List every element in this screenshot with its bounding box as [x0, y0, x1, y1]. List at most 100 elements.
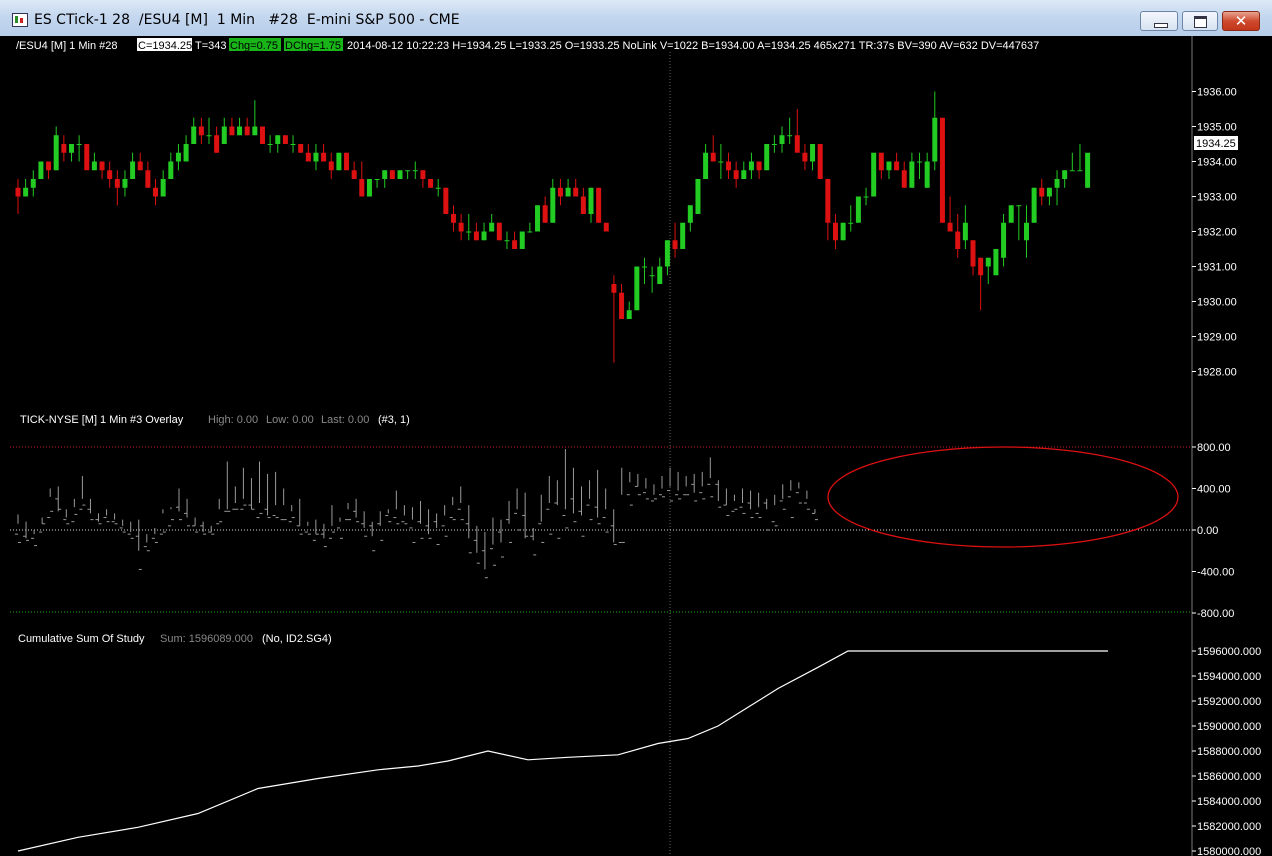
candle-body — [794, 135, 800, 153]
candle-body — [1062, 170, 1068, 179]
candle-body — [962, 222, 968, 241]
candle-body — [221, 126, 227, 144]
candle-body — [939, 117, 945, 223]
candle-body — [657, 266, 663, 284]
candle-body — [649, 275, 655, 277]
cum-axis-label: 1592000.000 — [1197, 696, 1261, 708]
price-header: /ESU4 [M] 1 Min #28 C=1934.25 T=343 Chg=… — [16, 38, 1039, 52]
candle-body — [214, 135, 220, 153]
candle-body — [840, 222, 846, 241]
candle-body — [397, 170, 403, 179]
candle-body — [298, 144, 304, 153]
candle-body — [191, 126, 197, 144]
candle-body — [634, 266, 640, 311]
cumulative-axis: 1596000.000 1594000.000 1592000.000 1590000… — [1192, 646, 1261, 856]
candle-body — [512, 240, 518, 249]
candle-body — [817, 144, 823, 179]
close-button[interactable]: ✕ — [1222, 11, 1260, 31]
tick-axis-label: -400.00 — [1197, 567, 1234, 579]
candle-body — [993, 249, 999, 276]
chart-app-icon — [12, 13, 28, 27]
candle-body — [726, 161, 732, 171]
candle-body — [985, 257, 991, 267]
candle-body — [122, 179, 128, 188]
price-axis-label: 1934.00 — [1197, 157, 1237, 169]
cum-axis-label: 1594000.000 — [1197, 671, 1261, 683]
tick-panel-low: Low: 0.00 — [266, 414, 314, 426]
candle-body — [366, 179, 372, 197]
price-axis-label: 1936.00 — [1197, 87, 1237, 99]
candle-body — [535, 205, 541, 232]
tick-panel-last: Last: 0.00 — [321, 414, 369, 426]
price-axis: 1936.00 1935.00 1934.00 1933.00 1932.00 1931.… — [1192, 87, 1237, 379]
candle-body — [137, 161, 143, 171]
candle-body — [519, 231, 525, 249]
candle-body — [680, 222, 686, 249]
candle-body — [901, 170, 907, 188]
candle-body — [848, 222, 854, 224]
candle-body — [382, 170, 388, 179]
candle-body — [344, 152, 350, 171]
chart-area[interactable]: /ESU4 [M] 1 Min #28 C=1934.25 T=343 Chg=… — [0, 36, 1272, 856]
title-bar[interactable]: ES CTick-1 28 /ESU4 [M] 1 Min #28 E-mini… — [0, 0, 1272, 37]
window-title: ES CTick-1 28 /ESU4 [M] 1 Min #28 E-mini… — [34, 12, 460, 28]
candle-body — [30, 179, 36, 188]
candle-body — [619, 292, 625, 319]
candle-body — [68, 144, 74, 153]
candle-body — [23, 187, 29, 197]
candle-body — [1054, 179, 1060, 188]
candle-body — [764, 144, 770, 171]
candle-body — [932, 117, 938, 162]
candle-body — [336, 152, 342, 171]
candle-body — [909, 161, 915, 188]
candle-body — [389, 170, 395, 179]
candle-body — [733, 170, 739, 179]
cum-axis-label: 1580000.000 — [1197, 846, 1261, 856]
candle-body — [573, 187, 579, 197]
candle-body — [168, 161, 174, 179]
maximize-button[interactable] — [1182, 11, 1218, 31]
candle-body — [267, 144, 273, 145]
price-axis-label: 1932.00 — [1197, 227, 1237, 239]
candle-body — [557, 187, 563, 197]
candle-body — [313, 152, 319, 162]
candle-body — [1046, 187, 1052, 197]
last-price-tag: 1934.25 — [1196, 138, 1236, 150]
candle-body — [771, 144, 777, 145]
minimize-icon — [1154, 23, 1168, 28]
minimize-button[interactable] — [1140, 11, 1178, 31]
candle-body — [435, 187, 441, 189]
price-axis-label: 1933.00 — [1197, 192, 1237, 204]
price-axis-label: 1931.00 — [1197, 262, 1237, 274]
candle-body — [603, 222, 609, 232]
candle-body — [405, 170, 411, 172]
candle-body — [527, 231, 533, 233]
candle-body — [810, 144, 816, 162]
candle-body — [641, 266, 647, 268]
candle-body — [237, 126, 243, 136]
price-axis-label: 1928.00 — [1197, 367, 1237, 379]
candle-body — [46, 161, 52, 171]
close-icon: ✕ — [1234, 12, 1248, 30]
candle-body — [481, 231, 487, 241]
candle-body — [863, 196, 869, 198]
candle-body — [114, 179, 120, 188]
app-window: ES CTick-1 28 /ESU4 [M] 1 Min #28 E-mini… — [0, 0, 1272, 856]
candle-body — [328, 161, 334, 171]
candle-body — [886, 161, 892, 171]
candle-body — [91, 161, 97, 171]
tick-axis-label: 0.00 — [1197, 525, 1218, 537]
candle-body — [1008, 205, 1014, 223]
candle-body — [466, 231, 472, 233]
candle-body — [871, 152, 877, 197]
candle-body — [1016, 205, 1022, 207]
candle-body — [1077, 170, 1083, 172]
header-tick-value: T=343 — [195, 40, 227, 52]
candle-body — [611, 284, 617, 293]
candle-body — [321, 152, 327, 162]
candle-body — [443, 187, 449, 214]
candle-body — [420, 170, 426, 179]
candle-body — [198, 126, 204, 136]
candle-body — [1085, 152, 1091, 188]
candle-body — [878, 152, 884, 171]
